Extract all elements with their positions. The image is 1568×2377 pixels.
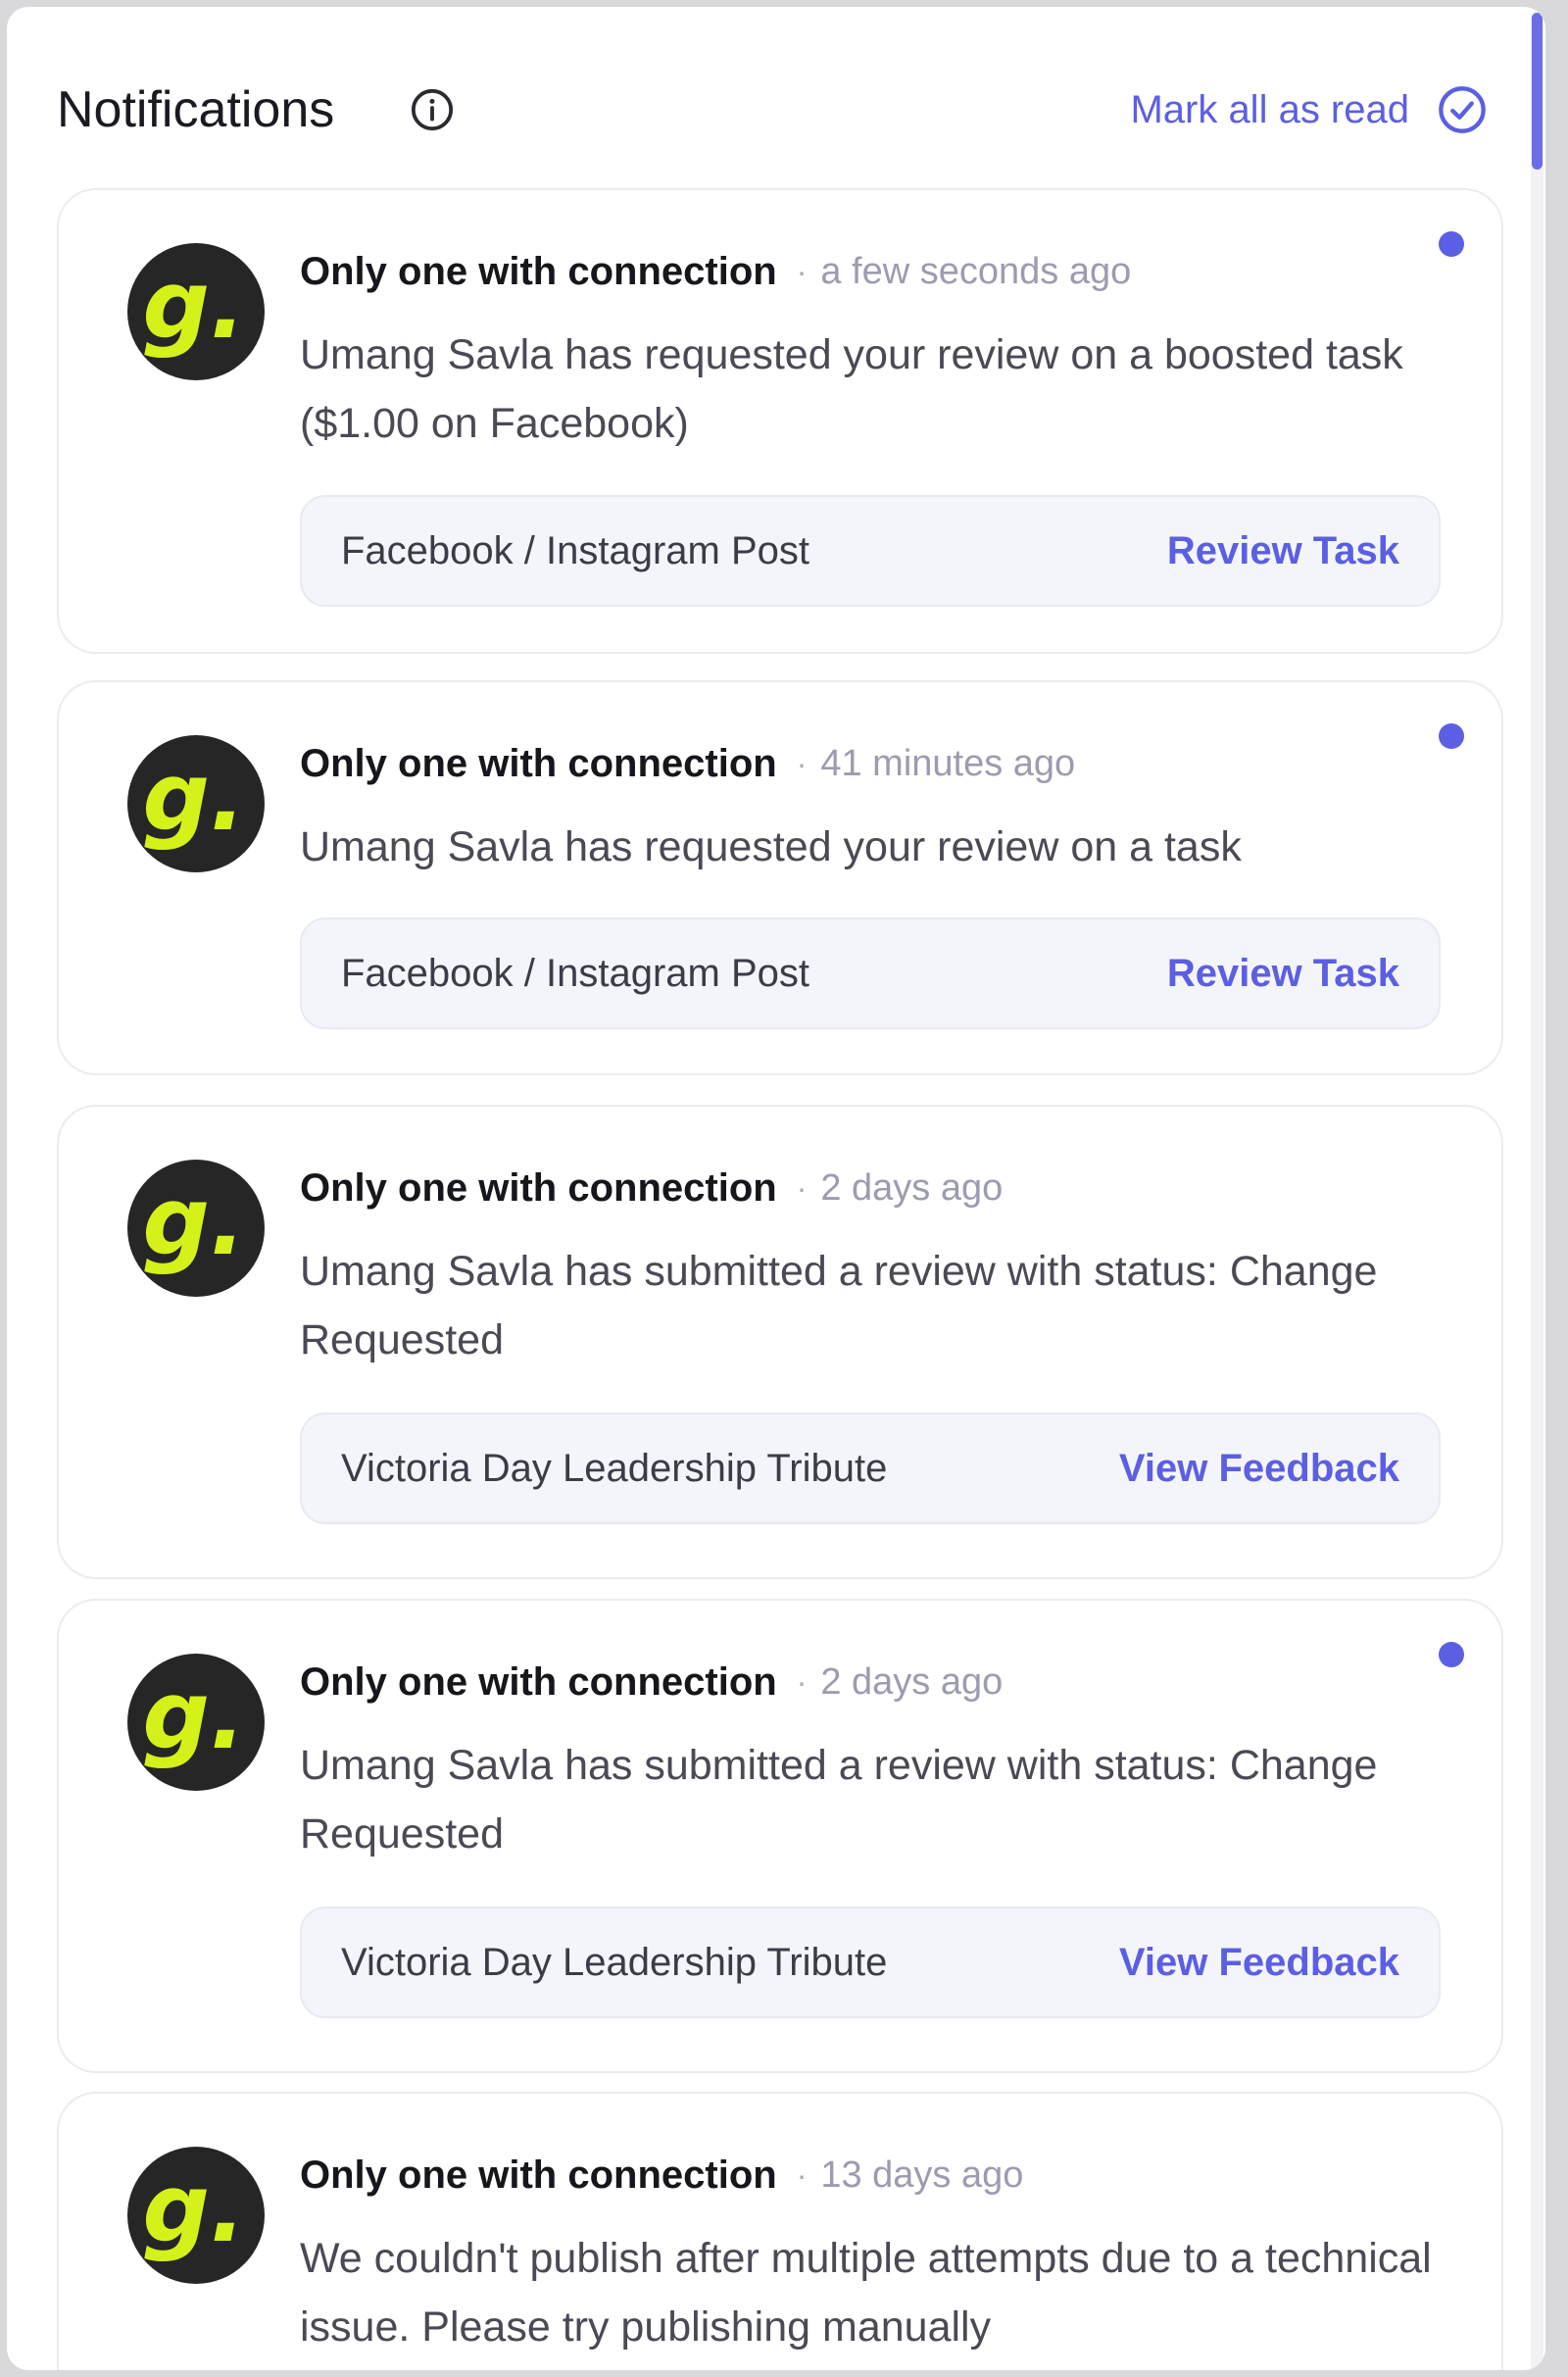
page-title: Notifications [57, 81, 335, 138]
notification-card[interactable]: g. Only one with connection · 2 days ago… [57, 1599, 1503, 2073]
notifications-panel: Notifications Mark all as read g. Only o… [7, 7, 1545, 2370]
task-name: Facebook / Instagram Post [341, 951, 810, 995]
notification-meta: Only one with connection · 13 days ago [300, 2145, 1023, 2205]
avatar-logo: g. [142, 250, 246, 360]
task-action-bar: Facebook / Instagram Post Review Task [300, 495, 1441, 607]
meta-separator: · [796, 2156, 808, 2193]
notification-message: We couldn't publish after multiple attem… [300, 2235, 1432, 2351]
notification-time: 2 days ago [820, 1166, 1004, 1209]
avatar-logo: g. [142, 1166, 246, 1276]
avatar: g. [127, 243, 265, 380]
unread-indicator [1439, 1642, 1464, 1667]
notification-message: Umang Savla has submitted a review with … [300, 1742, 1378, 1857]
meta-separator: · [796, 253, 808, 289]
meta-separator: · [796, 1663, 808, 1700]
task-action-bar: Victoria Day Leadership Tribute View Fee… [300, 1907, 1441, 2018]
notification-time: 2 days ago [820, 1660, 1004, 1703]
task-name: Victoria Day Leadership Tribute [341, 1446, 888, 1490]
notification-time: 13 days ago [820, 2154, 1024, 2196]
review-task-button[interactable]: Review Task [1167, 952, 1399, 996]
mark-all-read-label: Mark all as read [1130, 87, 1409, 131]
avatar: g. [127, 2147, 265, 2284]
avatar: g. [127, 735, 265, 872]
notification-message: Umang Savla has submitted a review with … [300, 1248, 1378, 1363]
notification-meta: Only one with connection · 2 days ago [300, 1652, 1003, 1712]
info-icon[interactable] [410, 87, 455, 132]
notifications-header: Notifications Mark all as read [57, 66, 1488, 154]
notification-sender: Only one with connection [300, 1659, 777, 1704]
unread-indicator [1439, 723, 1464, 749]
mark-all-read-button[interactable]: Mark all as read [1130, 66, 1488, 154]
avatar: g. [127, 1654, 265, 1791]
avatar-logo: g. [142, 1660, 246, 1770]
notification-card[interactable]: g. Only one with connection · a few seco… [57, 188, 1503, 654]
avatar-logo: g. [142, 742, 246, 852]
notification-time: 41 minutes ago [820, 742, 1076, 784]
view-feedback-button[interactable]: View Feedback [1119, 1941, 1399, 1985]
notification-sender: Only one with connection [300, 2153, 777, 2197]
notification-card[interactable]: g. Only one with connection · 2 days ago… [57, 1105, 1503, 1579]
notification-sender: Only one with connection [300, 249, 777, 293]
notification-card[interactable]: g. Only one with connection · 41 minutes… [57, 680, 1503, 1075]
meta-separator: · [796, 1169, 808, 1206]
check-circle-icon [1439, 86, 1486, 133]
notification-message: Umang Savla has requested your review on… [300, 823, 1242, 870]
scrollbar-thumb[interactable] [1532, 13, 1543, 170]
avatar-logo: g. [142, 2154, 246, 2263]
notification-meta: Only one with connection · 41 minutes ag… [300, 733, 1075, 794]
notification-sender: Only one with connection [300, 1165, 777, 1210]
notification-card[interactable]: g. Only one with connection · 13 days ag… [57, 2092, 1503, 2370]
avatar: g. [127, 1160, 265, 1297]
task-action-bar: Facebook / Instagram Post Review Task [300, 917, 1441, 1029]
notification-meta: Only one with connection · 2 days ago [300, 1158, 1003, 1218]
unread-indicator [1439, 231, 1464, 257]
scrollbar[interactable] [1531, 11, 1544, 2370]
notification-meta: Only one with connection · a few seconds… [300, 241, 1131, 302]
notification-message: Umang Savla has requested your review on… [300, 331, 1403, 447]
task-name: Victoria Day Leadership Tribute [341, 1940, 888, 1984]
notification-sender: Only one with connection [300, 741, 777, 785]
task-name: Facebook / Instagram Post [341, 528, 810, 572]
notification-time: a few seconds ago [820, 250, 1132, 292]
view-feedback-button[interactable]: View Feedback [1119, 1447, 1399, 1491]
task-action-bar: Victoria Day Leadership Tribute View Fee… [300, 1412, 1441, 1524]
review-task-button[interactable]: Review Task [1167, 529, 1399, 573]
meta-separator: · [796, 745, 808, 781]
